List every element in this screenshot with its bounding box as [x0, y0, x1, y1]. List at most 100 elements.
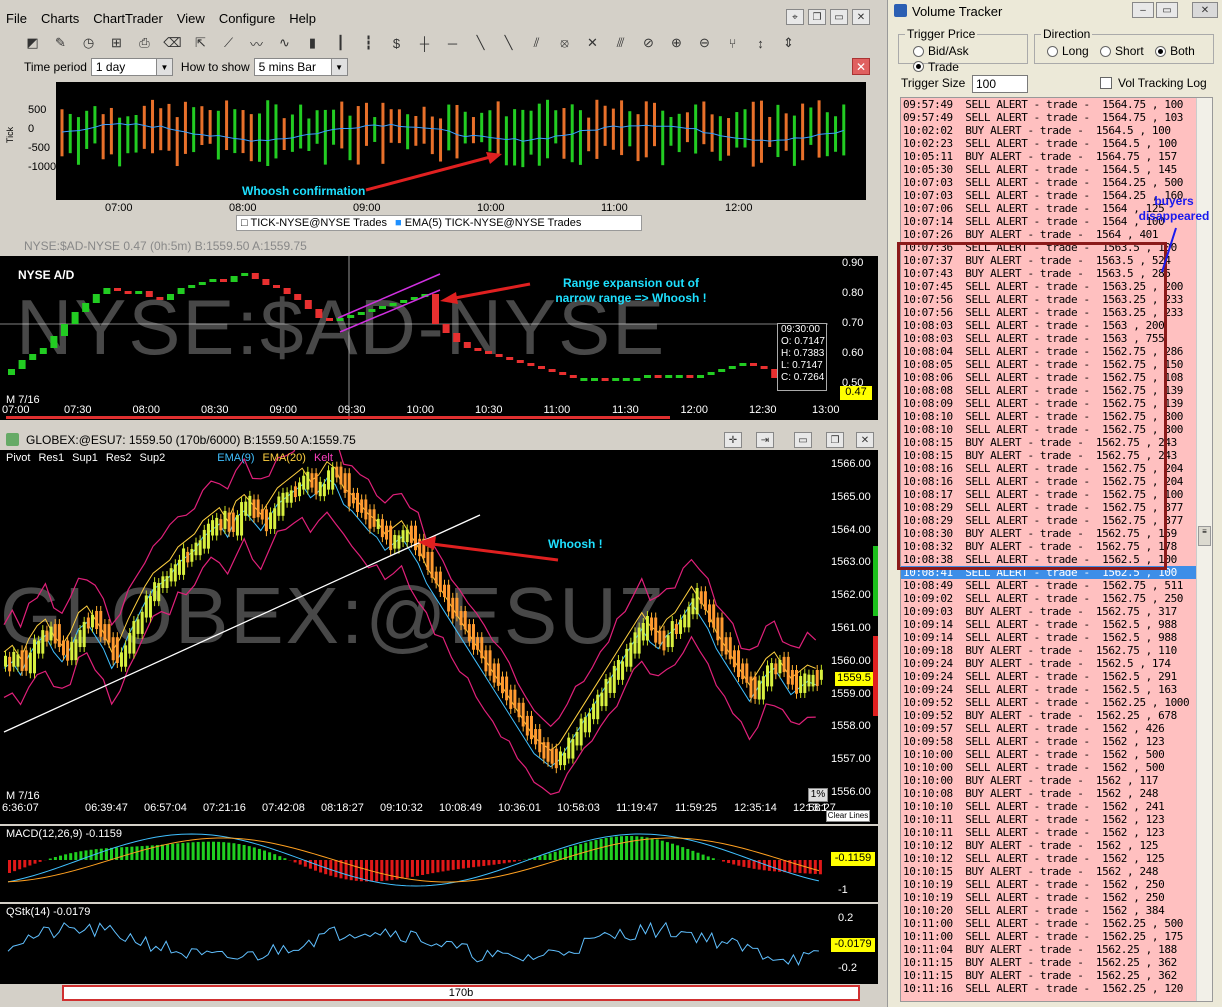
alert-row[interactable]: 10:10:12 SELL ALERT - trade - 1562 , 125 — [901, 852, 1212, 865]
close-icon[interactable]: ✕ — [1192, 2, 1218, 18]
alert-row[interactable]: 10:09:52 BUY ALERT - trade - 1562.25 , 6… — [901, 709, 1212, 722]
arrows-icon[interactable]: ↕ — [750, 33, 771, 53]
alert-row[interactable]: 10:09:02 SELL ALERT - trade - 1562.75 , … — [901, 592, 1212, 605]
alert-row[interactable]: 10:09:14 SELL ALERT - trade - 1562.5 , 9… — [901, 618, 1212, 631]
parallel-icon[interactable]: ⫽ — [526, 33, 547, 53]
close-icon[interactable]: ✕ — [852, 9, 870, 25]
dollar-icon[interactable]: $ — [386, 33, 407, 53]
crosshair-icon[interactable]: ✛ — [724, 432, 742, 448]
alert-row[interactable]: 10:11:15 BUY ALERT - trade - 1562.25 , 3… — [901, 969, 1212, 982]
alert-row[interactable]: 10:09:24 SELL ALERT - trade - 1562.5 , 1… — [901, 683, 1212, 696]
bar-icon[interactable]: ┃ — [330, 33, 351, 53]
line-icon[interactable]: ╲ — [470, 33, 491, 53]
close-period-bar-icon[interactable]: ✕ — [852, 58, 870, 75]
alert-row[interactable]: 10:09:52 SELL ALERT - trade - 1562.25 , … — [901, 696, 1212, 709]
alert-row[interactable]: 10:10:11 SELL ALERT - trade - 1562 , 123 — [901, 826, 1212, 839]
x-icon[interactable]: ✕ — [582, 33, 603, 53]
alert-row[interactable]: 10:07:03 SELL ALERT - trade - 1564.25 , … — [901, 176, 1212, 189]
vol-log-checkbox[interactable]: Vol Tracking Log — [1100, 76, 1207, 90]
alert-row[interactable]: 10:09:18 BUY ALERT - trade - 1562.75 , 1… — [901, 644, 1212, 657]
es-pct-button[interactable]: 1% — [808, 788, 828, 802]
scroll-thumb[interactable]: ≡ — [1198, 526, 1211, 546]
alert-row[interactable]: 10:10:19 SELL ALERT - trade - 1562 , 250 — [901, 878, 1212, 891]
zoom-out-icon[interactable]: ⊖ — [694, 33, 715, 53]
bar2-icon[interactable]: ┇ — [358, 33, 379, 53]
alert-row[interactable]: 10:11:00 SELL ALERT - trade - 1562.25 , … — [901, 917, 1212, 930]
clock-icon[interactable]: ◷ — [78, 33, 99, 53]
es-chart[interactable]: GLOBEX:@ESU7 Pivot Res1 Sup1 Res2 Sup2 EMA(9)… — [0, 450, 828, 824]
alert-row[interactable]: 10:09:03 BUY ALERT - trade - 1562.75 , 3… — [901, 605, 1212, 618]
alert-row[interactable]: 10:10:00 SELL ALERT - trade - 1562 , 500 — [901, 761, 1212, 774]
alert-row[interactable]: 10:10:11 SELL ALERT - trade - 1562 , 123 — [901, 813, 1212, 826]
wave-icon[interactable]: 〰 — [246, 33, 267, 53]
alert-row[interactable]: 10:09:58 SELL ALERT - trade - 1562 , 123 — [901, 735, 1212, 748]
alert-row[interactable]: 10:11:15 BUY ALERT - trade - 1562.25 , 3… — [901, 956, 1212, 969]
menu-view[interactable]: View — [177, 11, 205, 26]
alert-row[interactable]: 10:10:08 BUY ALERT - trade - 1562 , 248 — [901, 787, 1212, 800]
menu-charts[interactable]: Charts — [41, 11, 79, 26]
candle-icon[interactable]: ▮ — [302, 33, 323, 53]
chart-scrollbar[interactable]: 170b — [62, 985, 860, 1001]
menu-help[interactable]: Help — [289, 11, 316, 26]
alert-row[interactable]: 10:02:02 BUY ALERT - trade - 1564.5 , 10… — [901, 124, 1212, 137]
alert-row[interactable]: 10:10:19 SELL ALERT - trade - 1562 , 250 — [901, 891, 1212, 904]
alert-row[interactable]: 10:09:24 SELL ALERT - trade - 1562.5 , 2… — [901, 670, 1212, 683]
alert-row[interactable]: 10:10:10 SELL ALERT - trade - 1562 , 241 — [901, 800, 1212, 813]
alert-row[interactable]: 10:10:15 BUY ALERT - trade - 1562 , 248 — [901, 865, 1212, 878]
alert-row[interactable]: 10:10:20 SELL ALERT - trade - 1562 , 384 — [901, 904, 1212, 917]
alert-row[interactable]: 10:05:30 SELL ALERT - trade - 1564.5 , 1… — [901, 163, 1212, 176]
alert-row[interactable]: 10:08:49 SELL ALERT - trade - 1562.75 , … — [901, 579, 1212, 592]
both-radio[interactable]: Both — [1155, 44, 1195, 58]
alert-row[interactable]: 10:09:57 SELL ALERT - trade - 1562 , 426 — [901, 722, 1212, 735]
menu-charttrader[interactable]: ChartTrader — [93, 11, 163, 26]
pin-icon[interactable]: ⇥ — [756, 432, 774, 448]
channel-icon[interactable]: ⫻ — [610, 33, 631, 53]
alert-row[interactable]: 10:11:16 SELL ALERT - trade - 1562.25 , … — [901, 982, 1212, 995]
clear-lines-button[interactable]: Clear Lines — [826, 810, 870, 822]
alert-row[interactable]: 10:02:23 SELL ALERT - trade - 1564.5 , 1… — [901, 137, 1212, 150]
trigger-size-input[interactable]: 100 — [972, 75, 1028, 93]
menu-file[interactable]: File — [6, 11, 27, 26]
tick-chart[interactable]: Whoosh confirmation — [56, 82, 866, 200]
chart-icon[interactable]: ◩ — [22, 33, 43, 53]
updown-icon[interactable]: ⇕ — [778, 33, 799, 53]
trend-icon[interactable]: ⟋ — [218, 33, 239, 53]
short-radio[interactable]: Short — [1100, 44, 1144, 58]
gann-icon[interactable]: ⊘ — [638, 33, 659, 53]
close-icon[interactable]: ✕ — [856, 432, 874, 448]
alert-row[interactable]: 09:57:49 SELL ALERT - trade - 1564.75 , … — [901, 111, 1212, 124]
ad-chart[interactable]: NYSE:$AD-NYSE NYSE A/D Range expansion o… — [0, 256, 828, 420]
alert-row[interactable]: 10:10:00 BUY ALERT - trade - 1562 , 117 — [901, 774, 1212, 787]
hline-icon[interactable]: ─ — [442, 33, 463, 53]
alert-row[interactable]: 10:09:14 SELL ALERT - trade - 1562.5 , 9… — [901, 631, 1212, 644]
menu-configure[interactable]: Configure — [219, 11, 275, 26]
fork-icon[interactable]: ⑂ — [722, 33, 743, 53]
fib-icon[interactable]: ⦻ — [554, 33, 575, 53]
alert-row[interactable]: 10:10:00 SELL ALERT - trade - 1562 , 500 — [901, 748, 1212, 761]
alert-row[interactable]: 10:05:11 BUY ALERT - trade - 1564.75 , 1… — [901, 150, 1212, 163]
minimize-icon[interactable]: ▭ — [830, 9, 848, 25]
ray-icon[interactable]: ╲ — [498, 33, 519, 53]
alert-row[interactable]: 10:11:04 BUY ALERT - trade - 1562.25 , 1… — [901, 943, 1212, 956]
time-period-select[interactable]: 1 day ▼ — [90, 58, 173, 76]
pencil-icon[interactable]: ✎ — [50, 33, 71, 53]
macd-panel[interactable]: MACD(12,26,9) -0.1159 — [0, 826, 828, 902]
alert-row[interactable]: 09:57:49 SELL ALERT - trade - 1564.75 , … — [901, 98, 1212, 111]
minimize-icon[interactable]: – — [1132, 2, 1154, 18]
crosshair-icon[interactable]: ⌖ — [786, 9, 804, 25]
select-icon[interactable]: ⇱ — [190, 33, 211, 53]
qstk-panel[interactable]: QStk(14) -0.0179 — [0, 904, 828, 984]
eraser-icon[interactable]: ⌫ — [162, 33, 183, 53]
alert-row[interactable]: 10:11:00 SELL ALERT - trade - 1562.25 , … — [901, 930, 1212, 943]
trade-radio[interactable]: Trade — [913, 60, 959, 74]
long-radio[interactable]: Long — [1047, 44, 1089, 58]
indicator-icon[interactable]: ∿ — [274, 33, 295, 53]
print-icon[interactable]: ⎙ — [134, 33, 155, 53]
grid-icon[interactable]: ⊞ — [106, 33, 127, 53]
how-to-show-select[interactable]: 5 mins Bar ▼ — [253, 58, 348, 76]
restore-icon[interactable]: ▭ — [1156, 2, 1178, 18]
restore-icon[interactable]: ❐ — [826, 432, 844, 448]
restore-icon[interactable]: ❐ — [808, 9, 826, 25]
bid-ask-radio[interactable]: Bid/Ask — [913, 44, 969, 58]
alert-row[interactable]: 10:09:24 BUY ALERT - trade - 1562.5 , 17… — [901, 657, 1212, 670]
